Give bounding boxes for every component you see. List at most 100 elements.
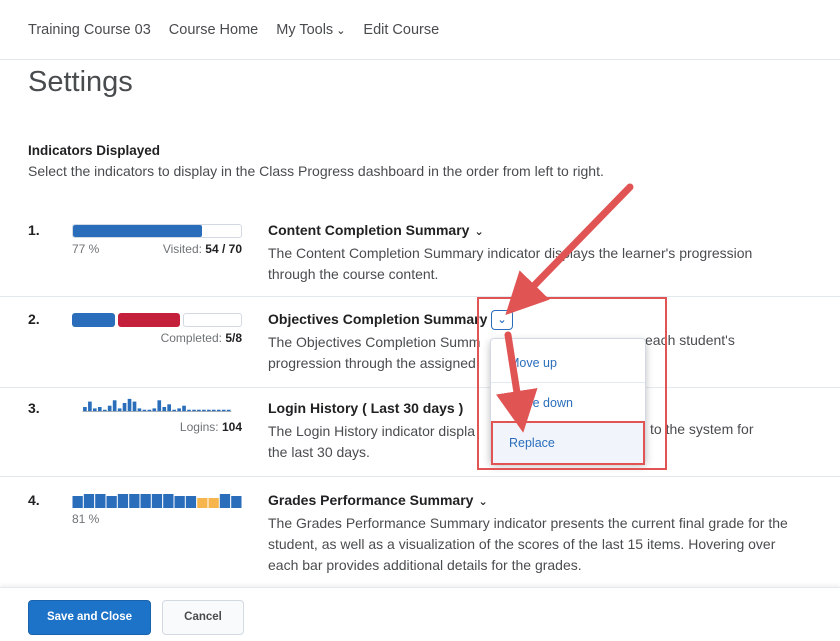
login-bar — [112, 400, 117, 412]
nav-edit-course[interactable]: Edit Course — [363, 22, 439, 38]
grade-bar[interactable] — [151, 494, 163, 508]
completed-label: Completed: — [160, 331, 222, 345]
indicator-description-line: The Objectives Completion Summ — [268, 334, 481, 350]
login-bar — [92, 408, 97, 412]
grade-bar[interactable] — [197, 498, 208, 508]
indicators-description: Select the indicators to display in the … — [28, 163, 604, 179]
percent-value: 81 % — [72, 512, 100, 526]
visited-label: Visited: — [162, 242, 202, 256]
grade-bar[interactable] — [140, 494, 151, 508]
login-bar — [157, 400, 162, 412]
login-bar — [226, 409, 231, 412]
login-bar — [117, 408, 122, 412]
grade-bar[interactable] — [72, 496, 83, 508]
chevron-down-icon[interactable]: ⌄ — [491, 310, 513, 330]
indicator-number: 4. — [28, 492, 40, 508]
indicator-title[interactable]: Grades Performance Summary ⌄ — [268, 492, 488, 508]
indicator-row-grades: 4. 81 % Grades Performance Summary ⌄ The … — [0, 492, 840, 587]
course-nav: Training Course 03 Course Home My Tools ⌄… — [28, 22, 439, 38]
chevron-down-icon: ⌄ — [336, 25, 346, 37]
page-title: Settings — [28, 66, 133, 98]
indicator-description-line: progression through the assigned — [268, 355, 476, 371]
indicator-row-content-completion: 1. 77 % Visited: 54 / 70 Content Complet… — [0, 222, 840, 297]
login-bar — [102, 409, 107, 412]
indicator-description-tail: each student's — [645, 332, 735, 348]
login-bar — [167, 404, 171, 412]
indicator-row-login-history: 3. Logins: 104 Login History ( Last 30 d… — [0, 398, 840, 477]
chevron-down-icon[interactable]: ⌄ — [474, 226, 483, 238]
grade-bar[interactable] — [208, 498, 219, 508]
completed-stat: Completed: 5/8 — [161, 331, 242, 345]
indicator-description-line: the last 30 days. — [268, 444, 370, 460]
logins-value: 104 — [221, 420, 242, 434]
objective-segment-remaining — [183, 313, 242, 327]
indicator-number: 1. — [28, 222, 40, 238]
grade-bar[interactable] — [117, 494, 129, 508]
indicator-row-objectives: 2. Completed: 5/8 Objectives Completion … — [0, 311, 840, 388]
indicator-actions-menu: Move up Move down Replace — [490, 338, 646, 463]
login-bar — [192, 409, 196, 412]
login-bar — [137, 408, 142, 412]
login-bar — [187, 409, 191, 412]
save-and-close-button[interactable]: Save and Close — [28, 600, 151, 635]
completed-value: 5/8 — [225, 331, 242, 345]
indicator-title-text: Content Completion Summary — [268, 222, 470, 238]
login-bar — [147, 409, 152, 412]
indicator-description-tail: to the system for — [650, 421, 754, 437]
indicator-description: The Content Completion Summary indicator… — [268, 245, 753, 282]
login-bar — [207, 409, 211, 412]
login-bar — [142, 409, 147, 412]
login-bar — [177, 408, 181, 412]
grade-bar[interactable] — [231, 496, 242, 508]
objective-segment-complete — [72, 313, 115, 327]
grade-bar[interactable] — [185, 496, 197, 508]
login-bar — [97, 407, 102, 412]
login-bar — [216, 409, 221, 412]
grade-bar[interactable] — [163, 494, 174, 508]
percent-value: 77 % — [72, 242, 100, 256]
logins-stat: Logins: 104 — [180, 420, 242, 434]
indicator-description: The Grades Performance Summary indicator… — [268, 515, 788, 573]
nav-course-name[interactable]: Training Course 03 — [28, 22, 151, 38]
indicator-number: 2. — [28, 311, 40, 327]
menu-item-replace[interactable]: Replace — [491, 423, 645, 463]
grade-bar[interactable] — [83, 494, 95, 508]
login-bar — [162, 407, 167, 412]
login-bar — [88, 401, 92, 412]
nav-course-home[interactable]: Course Home — [169, 22, 258, 38]
login-bar — [127, 398, 132, 412]
grade-bar[interactable] — [95, 494, 106, 508]
logins-label: Logins: — [179, 420, 219, 434]
login-bar — [83, 407, 87, 412]
indicator-number: 3. — [28, 400, 40, 416]
login-bar — [107, 405, 112, 412]
indicators-heading: Indicators Displayed — [28, 143, 161, 158]
menu-item-move-up[interactable]: Move up — [491, 343, 645, 383]
chevron-down-icon[interactable]: ⌄ — [478, 496, 487, 508]
login-bar — [172, 409, 176, 412]
login-bar — [182, 405, 186, 412]
login-bar — [202, 409, 206, 412]
indicator-description: The Objectives Completion Summ progressi… — [268, 332, 488, 374]
grade-bar[interactable] — [174, 496, 185, 508]
visited-stat: Visited: 54 / 70 — [163, 242, 242, 256]
indicator-title[interactable]: Login History ( Last 30 days ) — [268, 400, 463, 416]
indicator-title-text: Grades Performance Summary — [268, 492, 474, 508]
indicator-title[interactable]: Objectives Completion Summary — [268, 311, 487, 327]
indicator-title[interactable]: Content Completion Summary ⌄ — [268, 222, 484, 238]
objective-segment-incomplete — [118, 313, 180, 327]
login-history-chart — [82, 398, 232, 412]
nav-my-tools[interactable]: My Tools ⌄ — [276, 22, 345, 38]
footer-bar: Save and Close Cancel — [0, 587, 840, 641]
objectives-bars — [72, 313, 242, 327]
login-bar — [211, 409, 216, 412]
grade-bar[interactable] — [106, 496, 117, 508]
progress-track — [72, 224, 242, 238]
indicator-description-line: The Login History indicator displa — [268, 423, 475, 439]
cancel-button[interactable]: Cancel — [162, 600, 244, 635]
grade-bar[interactable] — [129, 494, 140, 508]
menu-item-move-down[interactable]: Move down — [491, 383, 645, 423]
login-bar — [132, 401, 137, 412]
grade-bar[interactable] — [219, 494, 231, 508]
nav-my-tools-label: My Tools — [276, 22, 334, 38]
